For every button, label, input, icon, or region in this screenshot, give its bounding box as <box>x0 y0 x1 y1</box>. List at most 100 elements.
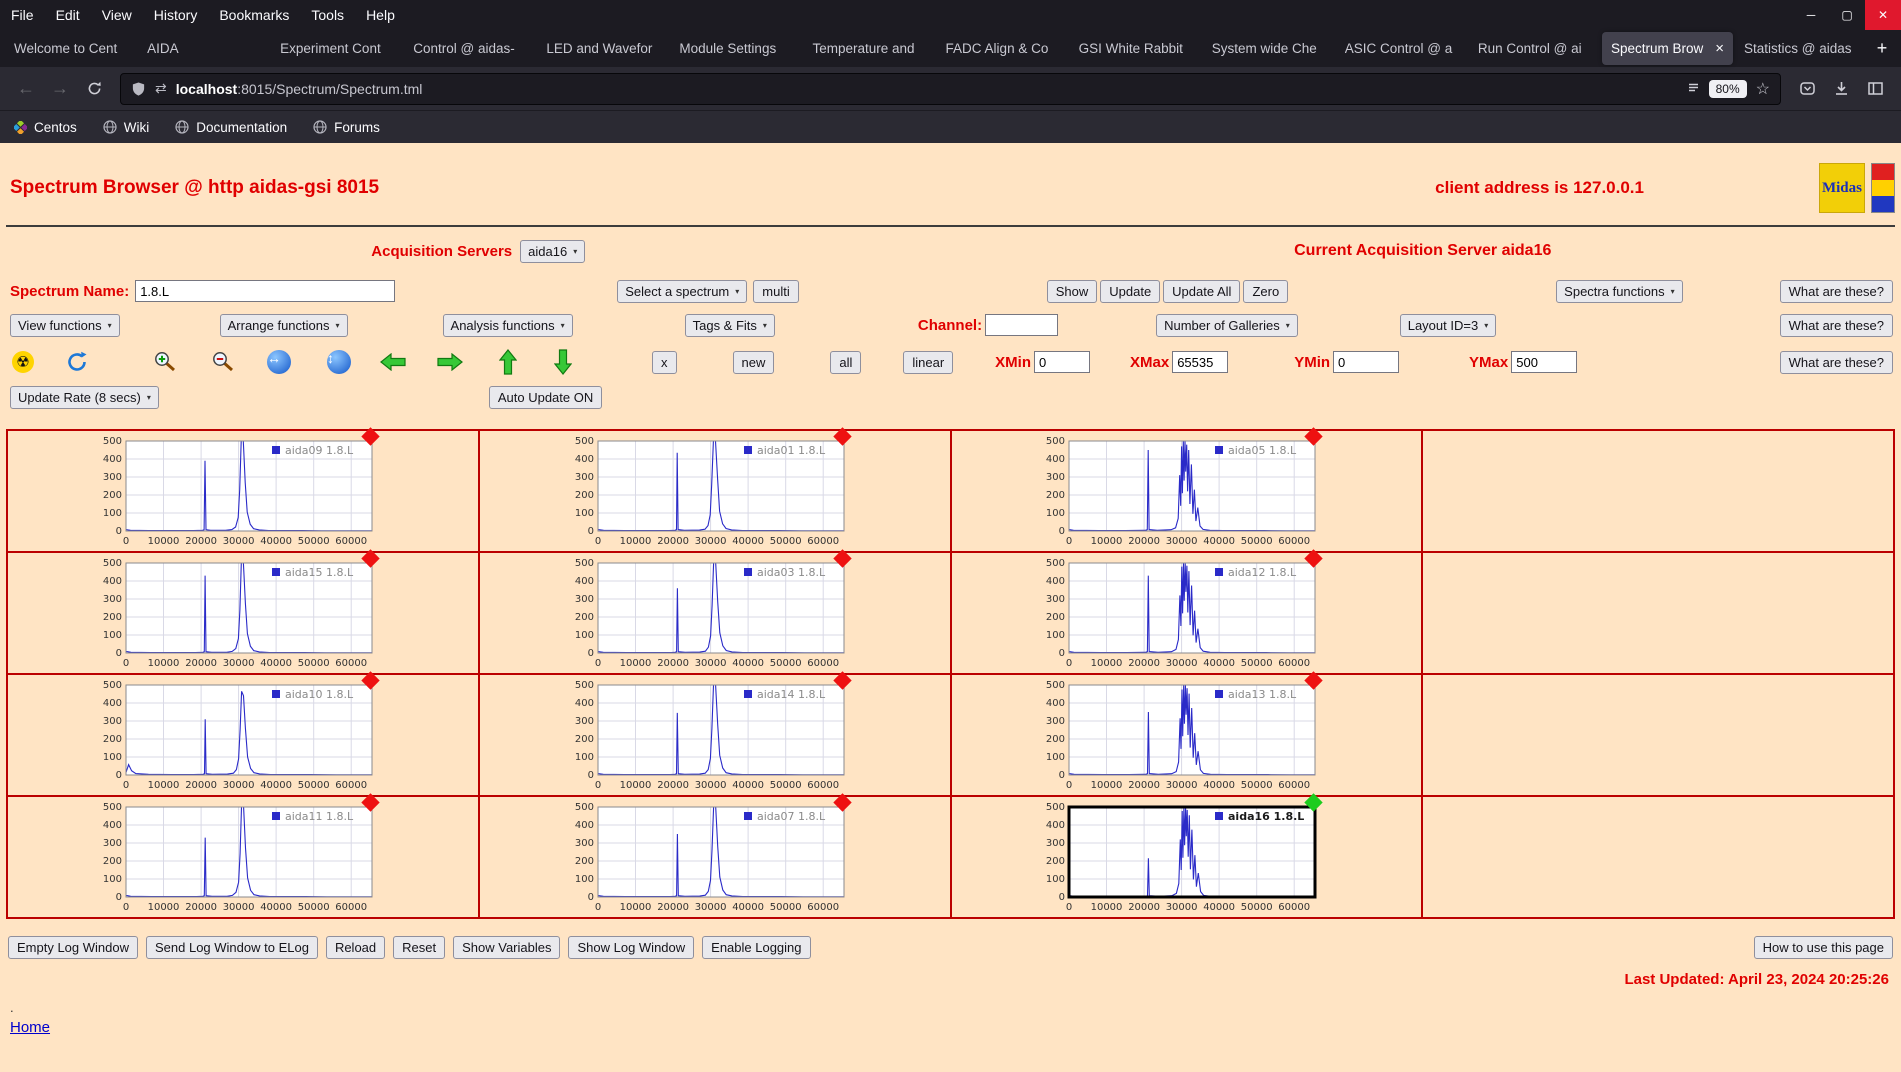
menu-file[interactable]: File <box>0 0 45 30</box>
http-arrows-icon[interactable]: ⇄ <box>155 80 167 97</box>
tab-aida[interactable]: AIDA <box>138 32 269 65</box>
spectrum-plot-aida01[interactable]: 0 100 200 300 400 500 0 10000 20000 30000 40000 500… <box>564 427 866 549</box>
show-log-window-button[interactable]: Show Log Window <box>568 935 695 959</box>
spectrum-cell-aida16[interactable]: 0 100 200 300 400 500 0 10000 20000 30000 40000 500… <box>952 793 1424 917</box>
menu-help[interactable]: Help <box>355 0 406 30</box>
tab-gsi-white-rabbit[interactable]: GSI White Rabbit <box>1070 32 1201 65</box>
all-button[interactable]: all <box>830 350 862 374</box>
expand-horizontal-icon[interactable]: ↔ <box>266 349 292 375</box>
spectrum-cell-aida11[interactable]: 0 100 200 300 400 500 0 10000 20000 30000 40000 500… <box>8 793 480 917</box>
spectrum-plot-aida11[interactable]: 0 100 200 300 400 500 0 10000 20000 30000 40000 500… <box>92 793 394 915</box>
send-log-window-to-elog-button[interactable]: Send Log Window to ELog <box>146 935 318 959</box>
show-variables-button[interactable]: Show Variables <box>453 935 561 959</box>
spectrum-plot-aida03[interactable]: 0 100 200 300 400 500 0 10000 20000 30000 40000 500… <box>564 549 866 671</box>
spectrum-cell-aida01[interactable]: 0 100 200 300 400 500 0 10000 20000 30000 40000 500… <box>480 427 952 551</box>
spectrum-plot-aida12[interactable]: 0 100 200 300 400 500 0 10000 20000 30000 40000 500… <box>1035 549 1337 671</box>
tab-module-settings[interactable]: Module Settings <box>670 32 801 65</box>
spectrum-plot-aida05[interactable]: 0 100 200 300 400 500 0 10000 20000 30000 40000 500… <box>1035 427 1337 549</box>
select-spectrum-dropdown[interactable]: Select a spectrum ▾ <box>617 279 748 303</box>
back-icon[interactable]: ← <box>10 74 42 104</box>
tab-temperature-and[interactable]: Temperature and <box>803 32 934 65</box>
new-button[interactable]: new <box>732 350 775 374</box>
spectrum-cell-aida14[interactable]: 0 100 200 300 400 500 0 10000 20000 30000 40000 500… <box>480 671 952 795</box>
enable-logging-button[interactable]: Enable Logging <box>702 935 811 959</box>
what-are-these-button[interactable]: What are these? <box>1779 313 1893 337</box>
spectrum-plot-aida13[interactable]: 0 100 200 300 400 500 0 10000 20000 30000 40000 500… <box>1035 671 1337 793</box>
tab-spectrum-brow[interactable]: Spectrum Brow × <box>1601 32 1734 65</box>
downloads-icon[interactable] <box>1825 74 1857 104</box>
bookmark-centos[interactable]: Centos <box>14 120 77 135</box>
arrange-functions-dropdown[interactable]: Arrange functions ▾ <box>219 313 348 337</box>
tab-control-aidas[interactable]: Control @ aidas- <box>404 32 535 65</box>
bookmark-forums[interactable]: Forums <box>313 120 380 135</box>
view-functions-dropdown[interactable]: View functions ▾ <box>10 313 120 337</box>
menu-tools[interactable]: Tools <box>300 0 355 30</box>
ymin-input[interactable] <box>1333 351 1400 373</box>
ymax-input[interactable] <box>1511 351 1578 373</box>
spectra-functions-dropdown[interactable]: Spectra functions ▾ <box>1556 279 1683 303</box>
expand-vertical-icon[interactable]: ↕ <box>326 349 352 375</box>
bookmark-documentation[interactable]: Documentation <box>175 120 287 135</box>
spectrum-plot-aida09[interactable]: 0 100 200 300 400 500 0 10000 20000 30000 40000 500… <box>92 427 394 549</box>
minimize-icon[interactable]: ─ <box>1793 0 1829 30</box>
spectrum-cell-aida10[interactable]: 0 100 200 300 400 500 0 10000 20000 30000 40000 500… <box>8 671 480 795</box>
linear-button[interactable]: linear <box>903 350 954 374</box>
zero-button[interactable]: Zero <box>1243 279 1289 303</box>
menu-bookmarks[interactable]: Bookmarks <box>208 0 300 30</box>
menu-edit[interactable]: Edit <box>45 0 91 30</box>
tags-fits-dropdown[interactable]: Tags & Fits ▾ <box>684 313 775 337</box>
empty-log-window-button[interactable]: Empty Log Window <box>8 935 138 959</box>
xmax-input[interactable] <box>1172 351 1229 373</box>
tab-asic-control-a[interactable]: ASIC Control @ a <box>1336 32 1467 65</box>
tab-close-icon[interactable]: × <box>1715 40 1724 57</box>
zoom-in-icon[interactable] <box>152 349 178 375</box>
spectrum-plot-aida07[interactable]: 0 100 200 300 400 500 0 10000 20000 30000 40000 500… <box>564 793 866 915</box>
shield-icon[interactable] <box>131 81 146 97</box>
reload-icon[interactable] <box>78 74 110 104</box>
tab-led-and-wavefor[interactable]: LED and Wavefor <box>537 32 668 65</box>
spectrum-cell-aida07[interactable]: 0 100 200 300 400 500 0 10000 20000 30000 40000 500… <box>480 793 952 917</box>
home-link[interactable]: Home <box>10 1019 50 1036</box>
bookmark-wiki[interactable]: Wiki <box>103 120 149 135</box>
spectrum-cell-aida03[interactable]: 0 100 200 300 400 500 0 10000 20000 30000 40000 500… <box>480 549 952 673</box>
spectrum-cell-aida09[interactable]: 0 100 200 300 400 500 0 10000 20000 30000 40000 500… <box>8 427 480 551</box>
spectrum-plot-aida16[interactable]: 0 100 200 300 400 500 0 10000 20000 30000 40000 500… <box>1035 793 1337 915</box>
refresh-icon[interactable] <box>64 349 90 375</box>
menu-history[interactable]: History <box>143 0 209 30</box>
forward-icon[interactable]: → <box>44 74 76 104</box>
xmin-input[interactable] <box>1034 351 1091 373</box>
number-of-galleries-dropdown[interactable]: Number of Galleries ▾ <box>1156 313 1298 337</box>
move-up-icon[interactable] <box>495 349 521 375</box>
multi-button[interactable]: multi <box>753 279 799 303</box>
tab-statistics-aidas[interactable]: Statistics @ aidas <box>1735 32 1866 65</box>
show-button[interactable]: Show <box>1046 279 1098 303</box>
spectrum-plot-aida10[interactable]: 0 100 200 300 400 500 0 10000 20000 30000 40000 500… <box>92 671 394 793</box>
tab-fadc-align-co[interactable]: FADC Align & Co <box>937 32 1068 65</box>
spectrum-cell-aida15[interactable]: 0 100 200 300 400 500 0 10000 20000 30000 40000 500… <box>8 549 480 673</box>
acquisition-server-select[interactable]: aida16 ▾ <box>520 239 586 263</box>
zoom-out-icon[interactable] <box>210 349 236 375</box>
new-tab-button[interactable]: + <box>1867 32 1897 65</box>
bookmark-star-icon[interactable]: ☆ <box>1756 79 1770 99</box>
spectrum-cell-aida13[interactable]: 0 100 200 300 400 500 0 10000 20000 30000 40000 500… <box>952 671 1424 795</box>
url-bar[interactable]: ⇄ localhost:8015/Spectrum/Spectrum.tml 8… <box>120 72 1781 105</box>
reader-mode-icon[interactable] <box>1687 82 1700 95</box>
spectrum-plot-aida14[interactable]: 0 100 200 300 400 500 0 10000 20000 30000 40000 500… <box>564 671 866 793</box>
move-left-icon[interactable] <box>380 349 406 375</box>
tab-run-control-ai[interactable]: Run Control @ ai <box>1469 32 1600 65</box>
how-to-use-button[interactable]: How to use this page <box>1753 935 1893 959</box>
what-are-these-button[interactable]: What are these? <box>1779 350 1893 374</box>
sidebar-icon[interactable] <box>1859 74 1891 104</box>
spectrum-cell-aida05[interactable]: 0 100 200 300 400 500 0 10000 20000 30000 40000 500… <box>952 427 1424 551</box>
reset-button[interactable]: Reset <box>393 935 446 959</box>
spectrum-cell-aida12[interactable]: 0 100 200 300 400 500 0 10000 20000 30000 40000 500… <box>952 549 1424 673</box>
reload-button[interactable]: Reload <box>325 935 386 959</box>
tab-system-wide-che[interactable]: System wide Che <box>1203 32 1334 65</box>
radiation-icon[interactable]: ☢ <box>10 349 36 375</box>
channel-input[interactable] <box>985 314 1059 336</box>
auto-update-button[interactable]: Auto Update ON <box>488 385 603 409</box>
save-to-pocket-icon[interactable] <box>1791 74 1823 104</box>
zoom-level-chip[interactable]: 80% <box>1708 79 1747 98</box>
tab-welcome-to-cent[interactable]: Welcome to Cent <box>5 32 136 65</box>
spectrum-plot-aida15[interactable]: 0 100 200 300 400 500 0 10000 20000 30000 40000 500… <box>92 549 394 671</box>
